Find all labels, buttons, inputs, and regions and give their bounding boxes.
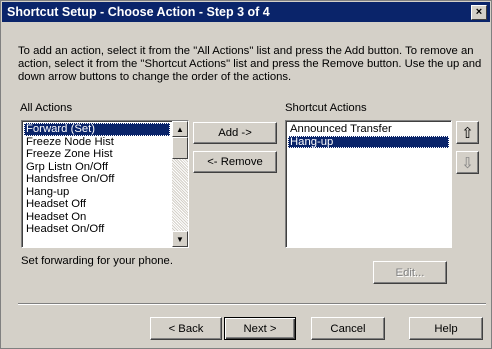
all-actions-listbox[interactable]: Forward (Set) Freeze Node Hist Freeze Zone… <box>21 120 189 248</box>
action-description: Set forwarding for your phone. <box>21 255 173 267</box>
list-item[interactable]: Announced Transfer <box>288 123 449 136</box>
scroll-up-icon[interactable]: ▲ <box>172 121 188 137</box>
shortcut-actions-listbox[interactable]: Announced Transfer Hang-up <box>285 120 452 248</box>
scroll-thumb[interactable] <box>172 137 188 159</box>
list-item[interactable]: Hang-up <box>288 135 449 148</box>
edit-button[interactable]: Edit... <box>373 261 447 284</box>
list-item[interactable]: Grp Listn On/Off <box>24 161 170 174</box>
instructions-text: To add an action, select it from the "Al… <box>18 45 482 83</box>
cancel-button[interactable]: Cancel <box>311 317 385 340</box>
list-item[interactable]: Freeze Zone Hist <box>24 148 170 161</box>
list-item[interactable]: Headset Off <box>24 198 170 211</box>
list-item[interactable]: Forward (Set) <box>24 123 170 136</box>
all-actions-scrollbar[interactable]: ▲ ▼ <box>172 121 188 247</box>
down-arrow-icon[interactable]: ⇩ <box>456 151 479 174</box>
remove-button[interactable]: <- Remove <box>193 151 277 173</box>
list-item[interactable]: Freeze Node Hist <box>24 136 170 149</box>
all-actions-label: All Actions <box>20 102 73 114</box>
next-button[interactable]: Next > <box>224 317 296 340</box>
list-item[interactable]: Headset On/Off <box>24 223 170 236</box>
add-button[interactable]: Add -> <box>193 122 277 144</box>
window-title: Shortcut Setup - Choose Action - Step 3 … <box>7 5 270 19</box>
shortcut-actions-label: Shortcut Actions <box>285 102 367 114</box>
list-item[interactable]: Handsfree On/Off <box>24 173 170 186</box>
shortcut-setup-dialog: Shortcut Setup - Choose Action - Step 3 … <box>0 0 492 349</box>
up-arrow-icon[interactable]: ⇧ <box>456 121 479 144</box>
scroll-down-icon[interactable]: ▼ <box>172 231 188 247</box>
close-icon[interactable]: × <box>471 5 487 20</box>
separator <box>18 303 486 305</box>
help-button[interactable]: Help <box>409 317 483 340</box>
list-item[interactable]: Hang-up <box>24 186 170 199</box>
list-item[interactable]: Headset On <box>24 211 170 224</box>
back-button[interactable]: < Back <box>150 317 222 340</box>
title-bar[interactable]: Shortcut Setup - Choose Action - Step 3 … <box>2 2 490 22</box>
